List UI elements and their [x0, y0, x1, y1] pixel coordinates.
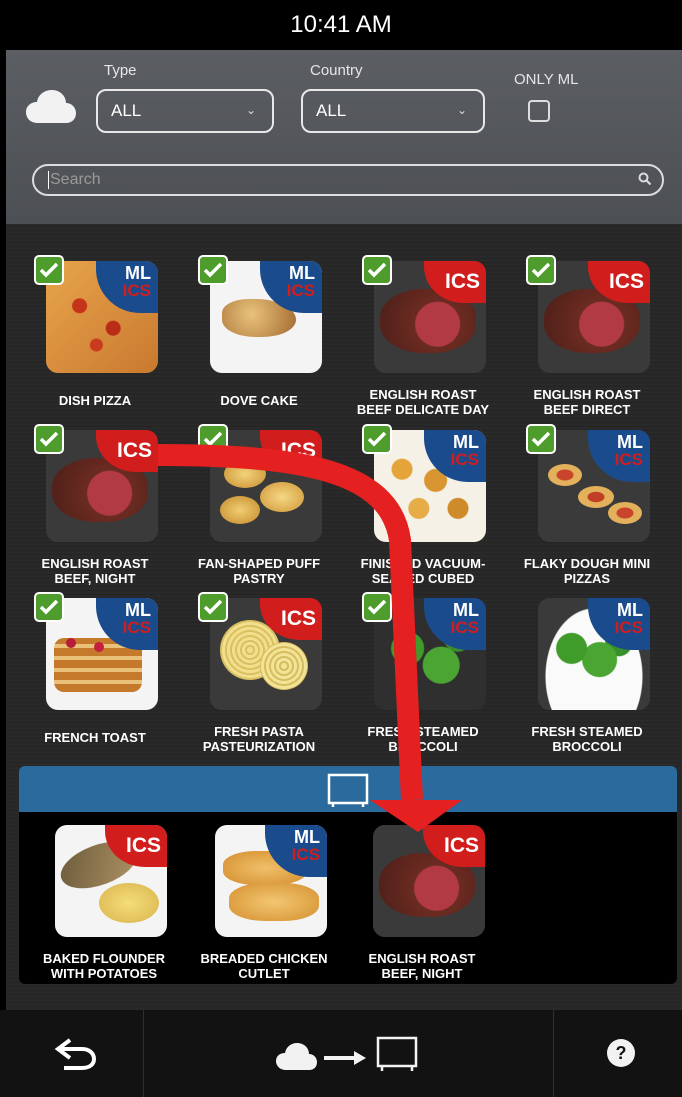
recipe-name: FAN-SHAPED PUFF PASTRY — [197, 556, 321, 586]
recipe-name: BREADED CHICKEN CUTLET — [200, 951, 328, 981]
check-icon[interactable] — [34, 424, 64, 454]
only-ml-checkbox[interactable] — [528, 100, 550, 122]
status-time: 10:41 AM — [290, 11, 392, 38]
recipe-name: ENGLISH ROAST BEEF DIRECT — [533, 387, 641, 417]
check-icon[interactable] — [526, 424, 556, 454]
recipe-name: ENGLISH ROAST BEEF DELICATE DAY — [356, 387, 490, 417]
bottom-bar: ? — [0, 1010, 682, 1097]
recipe-name: DISH PIZZA — [58, 393, 132, 408]
check-icon[interactable] — [526, 255, 556, 285]
oven-device-icon — [327, 773, 369, 807]
only-ml-label: ONLY ML — [514, 71, 579, 88]
country-label: Country — [310, 62, 363, 79]
recipe-name: FINISHED VACUUM- SEALED CUBED — [360, 556, 486, 586]
check-icon[interactable] — [362, 592, 392, 622]
type-label: Type — [104, 62, 137, 79]
recipe-name: BAKED FLOUNDER WITH POTATOES — [42, 951, 166, 981]
recipe-image: ML ICS — [538, 598, 650, 710]
check-icon[interactable] — [362, 255, 392, 285]
recipe-name: FRESH STEAMED BROCCOLI — [367, 724, 479, 754]
status-bar: 10:41 AM — [0, 0, 682, 50]
filter-panel: Type ALL ⌄ Country ALL ⌄ ONLY ML Search — [6, 50, 682, 224]
cloud-to-device-icon[interactable] — [276, 1034, 422, 1074]
recipe-image: ML ICS — [215, 825, 327, 937]
check-icon[interactable] — [198, 424, 228, 454]
chevron-down-icon: ⌄ — [245, 103, 256, 117]
recipe-name: ENGLISH ROAST BEEF, NIGHT — [368, 951, 476, 981]
recipe-image: ICS — [55, 825, 167, 937]
recipe-name: ENGLISH ROAST BEEF, NIGHT — [41, 556, 149, 586]
recipe-image: ICS — [373, 825, 485, 937]
divider — [143, 1010, 144, 1097]
check-icon[interactable] — [198, 255, 228, 285]
type-dropdown[interactable]: ALL ⌄ — [96, 89, 274, 133]
search-icon[interactable] — [638, 172, 652, 186]
device-tray[interactable]: ICS BAKED FLOUNDER WITH POTATOES ML ICS BR… — [19, 812, 677, 984]
text-cursor — [48, 171, 49, 189]
recipe-name: FLAKY DOUGH MINI PIZZAS — [523, 556, 651, 586]
svg-text:?: ? — [616, 1043, 627, 1063]
check-icon[interactable] — [34, 255, 64, 285]
search-placeholder: Search — [50, 171, 101, 188]
divider — [553, 1010, 554, 1097]
country-value: ALL — [316, 101, 347, 120]
recipe-name: DOVE CAKE — [220, 393, 298, 408]
back-icon[interactable] — [54, 1036, 98, 1072]
help-icon[interactable]: ? — [606, 1038, 636, 1068]
search-input[interactable]: Search — [32, 164, 664, 196]
chevron-down-icon: ⌄ — [456, 103, 467, 117]
check-icon[interactable] — [198, 592, 228, 622]
recipe-name: FRENCH TOAST — [44, 730, 146, 745]
country-dropdown[interactable]: ALL ⌄ — [301, 89, 485, 133]
type-value: ALL — [111, 101, 142, 120]
device-tray-header — [19, 766, 677, 812]
recipe-name: FRESH PASTA PASTEURIZATION — [202, 724, 316, 754]
check-icon[interactable] — [362, 424, 392, 454]
cloud-icon[interactable] — [26, 90, 76, 124]
check-icon[interactable] — [34, 592, 64, 622]
recipe-name: FRESH STEAMED BROCCOLI — [531, 724, 643, 754]
